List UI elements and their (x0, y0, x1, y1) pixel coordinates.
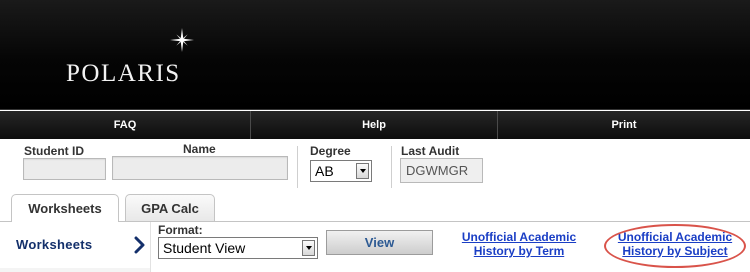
highlight-ring (604, 224, 746, 268)
student-id-field (23, 158, 106, 180)
logo-text: POLARIS (66, 60, 181, 87)
degree-select[interactable]: AB (310, 160, 372, 182)
last-audit-label: Last Audit (401, 144, 460, 158)
sidebar-base (0, 268, 150, 272)
history-by-term-line2: History by Term (473, 244, 565, 258)
chevron-down-icon (356, 163, 369, 179)
last-audit-field: DGWMGR (400, 158, 483, 183)
star-icon (170, 28, 194, 52)
name-field (112, 156, 288, 180)
degree-value: AB (315, 163, 334, 179)
chevron-down-icon (302, 240, 315, 256)
info-divider (297, 146, 298, 188)
history-by-term-link[interactable]: Unofficial Academic History by Term (452, 230, 586, 258)
sidebar-divider (150, 222, 151, 272)
degree-label: Degree (310, 144, 351, 158)
view-button[interactable]: View (326, 230, 433, 255)
format-label: Format: (158, 223, 203, 237)
history-by-term-line1: Unofficial Academic (461, 230, 577, 244)
format-value: Student View (163, 240, 246, 256)
info-divider (391, 146, 392, 188)
nav-faq[interactable]: FAQ (0, 111, 251, 139)
tab-worksheets[interactable]: Worksheets (11, 194, 119, 222)
polaris-logo: POLARIS (66, 28, 226, 90)
top-nav: FAQ Help Print (0, 111, 750, 139)
nav-help[interactable]: Help (251, 111, 498, 139)
tab-gpa-calc[interactable]: GPA Calc (125, 194, 215, 221)
chevron-right-icon[interactable] (134, 236, 146, 254)
nav-print[interactable]: Print (498, 111, 750, 139)
header-banner: POLARIS (0, 0, 750, 110)
format-select[interactable]: Student View (158, 237, 318, 259)
name-label: Name (183, 142, 216, 156)
student-id-label: Student ID (24, 144, 84, 158)
worksheets-title: Worksheets (16, 237, 93, 252)
